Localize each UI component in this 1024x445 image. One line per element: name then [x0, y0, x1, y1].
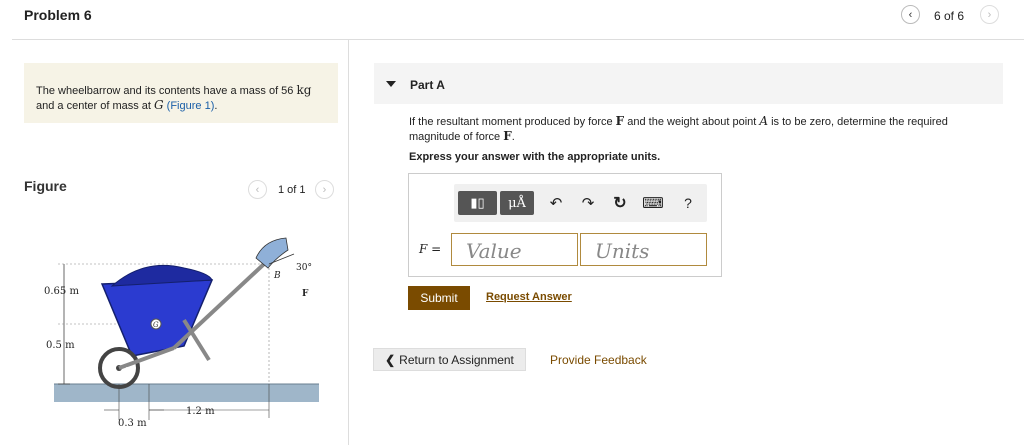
templates-button[interactable]: ▮▯ — [458, 191, 497, 215]
submit-button[interactable]: Submit — [408, 286, 470, 310]
figure-pager: 1 of 1 — [278, 184, 306, 196]
question-part-3: is to be zero, determine the required — [771, 116, 948, 128]
problem-title: Problem 6 — [24, 7, 92, 23]
question-text: If the resultant moment produced by forc… — [409, 114, 999, 144]
instruction-text: Express your answer with the appropriate… — [409, 151, 661, 163]
variable-label: F = — [419, 242, 442, 256]
return-label: Return to Assignment — [399, 352, 514, 367]
wheelbarrow-figure: 0.65 m 0.5 m 1.2 m 0.3 m 30° B F A G — [44, 237, 319, 429]
help-icon[interactable]: ? — [680, 191, 696, 215]
hand-icon — [255, 237, 289, 269]
problem-statement: The wheelbarrow and its contents have a … — [24, 63, 338, 123]
question-part-4: magnitude of force — [409, 131, 501, 143]
problem-text: The wheelbarrow and its contents have a … — [36, 85, 294, 97]
problem-period: . — [214, 100, 218, 112]
math-toolbar: ▮▯ μÅ ↶ ↷ ↻ ⌨ ? — [454, 184, 707, 222]
ground — [54, 384, 319, 402]
force-symbol-2: F — [503, 129, 512, 143]
question-part-1: If the resultant moment produced by forc… — [409, 116, 613, 128]
mass-unit: kg — [296, 83, 312, 97]
units-input[interactable]: Units — [580, 233, 707, 266]
point-a-label: A — [122, 367, 130, 377]
figure-label: Figure — [24, 178, 67, 194]
question-end: . — [511, 131, 515, 143]
reset-icon[interactable]: ↻ — [610, 191, 630, 215]
problem-text-2: and a center of mass at — [36, 100, 151, 112]
column-divider — [348, 40, 349, 445]
return-to-assignment-button[interactable]: ❮ Return to Assignment — [373, 348, 526, 371]
figure-next-button[interactable]: › — [315, 180, 334, 199]
dim-label-1-2m: 1.2 m — [186, 406, 215, 417]
dim-label-0-65m: 0.65 m — [44, 286, 79, 297]
part-title: Part A — [410, 78, 445, 92]
part-a-header[interactable] — [374, 63, 1003, 104]
chevron-left-icon: ❮ — [385, 352, 396, 367]
value-input[interactable]: Value — [451, 233, 578, 266]
force-f-label: F — [302, 289, 309, 299]
point-g-label: G — [153, 321, 159, 329]
dim-label-0-5m: 0.5 m — [46, 340, 75, 351]
force-symbol: F — [615, 114, 625, 128]
angle-label: 30° — [296, 263, 312, 273]
figure-link[interactable]: (Figure 1) — [167, 100, 215, 112]
undo-icon[interactable]: ↶ — [546, 191, 566, 215]
previous-problem-button[interactable]: ‹ — [901, 5, 920, 24]
header-divider — [12, 39, 1024, 40]
provide-feedback-link[interactable]: Provide Feedback — [550, 353, 647, 367]
wheelbarrow-bucket — [100, 279, 214, 357]
redo-icon[interactable]: ↷ — [578, 191, 598, 215]
point-b-label: B — [273, 271, 281, 281]
point-symbol: A — [759, 114, 769, 128]
point-g: G — [154, 98, 164, 112]
figure-previous-button[interactable]: ‹ — [248, 180, 267, 199]
collapse-caret-icon[interactable] — [386, 81, 396, 87]
question-part-2: and the weight about point — [627, 116, 757, 128]
page-indicator: 6 of 6 — [934, 9, 965, 23]
keyboard-icon[interactable]: ⌨ — [642, 191, 664, 215]
units-button[interactable]: μÅ — [500, 191, 534, 215]
next-problem-button[interactable]: › — [980, 5, 999, 24]
dim-label-0-3m: 0.3 m — [118, 418, 147, 429]
request-answer-link[interactable]: Request Answer — [486, 291, 572, 303]
